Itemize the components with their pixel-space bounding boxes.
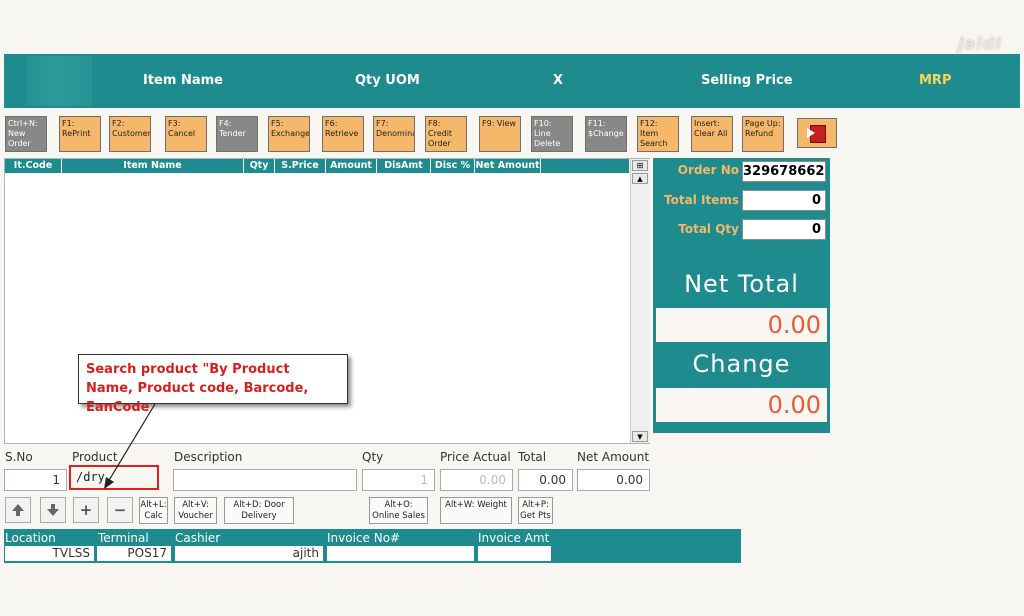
net-amount-field: 0.00 <box>577 469 650 491</box>
location-value: TVLSS <box>5 546 94 561</box>
description-field[interactable] <box>173 469 357 491</box>
exit-arrow-icon <box>807 128 815 138</box>
new-order-button[interactable]: Ctrl+N: New Order <box>5 116 47 152</box>
total-field: 0.00 <box>518 469 573 491</box>
col-amount[interactable]: Amount <box>326 159 377 173</box>
online-sales-button[interactable]: Alt+O: Online Sales <box>369 497 428 524</box>
arrow-down-icon <box>47 504 59 516</box>
view-button[interactable]: F9: View <box>479 116 521 152</box>
cashier-label: Cashier <box>175 531 221 545</box>
grid-vertical-scrollbar[interactable]: ⊞ ▲ ▼ <box>630 159 650 443</box>
net-amount-label: Net Amount <box>577 450 650 464</box>
change-currency-button[interactable]: F11: $Change <box>585 116 627 152</box>
line-delete-button[interactable]: F10: Line Delete <box>531 116 573 152</box>
item-search-button[interactable]: F12: Item Search <box>637 116 679 152</box>
invoice-no-label: Invoice No# <box>327 531 401 545</box>
total-items-value: 0 <box>742 190 826 211</box>
arrow-up-icon <box>12 504 24 516</box>
col-dis-amt[interactable]: DisAmt <box>377 159 431 173</box>
plus-icon: + <box>79 501 93 519</box>
col-it-code[interactable]: It.Code <box>5 159 62 173</box>
calc-button[interactable]: Alt+L: Calc <box>139 497 168 524</box>
total-items-label: Total Items <box>664 193 739 207</box>
search-hint-callout: Search product "By Product Name, Product… <box>78 354 348 415</box>
product-thumbnail <box>26 56 92 106</box>
terminal-label: Terminal <box>98 531 149 545</box>
cashier-value: ajith <box>175 546 323 561</box>
col-s-price[interactable]: S.Price <box>275 159 326 173</box>
description-label: Description <box>174 450 243 464</box>
sno-field: 1 <box>4 469 67 491</box>
header-selling-price: Selling Price <box>701 73 793 88</box>
move-up-button[interactable] <box>5 497 31 523</box>
grid-header-row: It.Code Item Name Qty S.Price Amount Dis… <box>5 159 541 173</box>
qty-field[interactable]: 1 <box>362 469 435 491</box>
col-disc-pct[interactable]: Disc % <box>431 159 475 173</box>
header-x: X <box>553 73 564 88</box>
col-net-amount[interactable]: Net Amount <box>475 159 541 173</box>
col-qty[interactable]: Qty <box>244 159 275 173</box>
door-delivery-button[interactable]: Alt+D: Door Delivery <box>224 497 294 524</box>
invoice-no-value <box>327 546 474 561</box>
terminal-value: POS17 <box>97 546 171 561</box>
clear-all-button[interactable]: Insert: Clear All <box>691 116 733 152</box>
cancel-button[interactable]: F3: Cancel <box>165 116 207 152</box>
weight-button[interactable]: Alt+W: Weight <box>440 497 512 524</box>
total-label: Total <box>518 450 547 464</box>
location-label: Location <box>5 531 56 545</box>
customer-button[interactable]: F2: Customer <box>109 116 151 152</box>
price-actual-label: Price Actual <box>440 450 511 464</box>
change-label: Change <box>692 350 791 378</box>
scroll-down-icon[interactable]: ▼ <box>632 431 648 442</box>
decrement-qty-button[interactable]: − <box>107 497 133 523</box>
net-total-label: Net Total <box>684 270 799 298</box>
col-item-name[interactable]: Item Name <box>62 159 244 173</box>
header-mrp: MRP <box>919 73 952 88</box>
sno-label: S.No <box>5 450 33 464</box>
order-no-label: Order No <box>677 163 739 177</box>
refund-button[interactable]: Page Up: Refund <box>742 116 784 152</box>
change-value: 0.00 <box>656 388 827 422</box>
increment-qty-button[interactable]: + <box>73 497 99 523</box>
minus-icon: − <box>113 501 127 519</box>
status-footer: Location Terminal Cashier Invoice No# In… <box>4 529 741 563</box>
net-total-value: 0.00 <box>656 308 827 342</box>
move-down-button[interactable] <box>40 497 66 523</box>
reprint-button[interactable]: F1: RePrint <box>59 116 101 152</box>
header-qty-uom: Qty UOM <box>355 73 420 88</box>
exchange-button[interactable]: F5: Exchange <box>268 116 310 152</box>
invoice-amt-label: Invoice Amt <box>478 531 550 545</box>
tender-button[interactable]: F4: Tender <box>216 116 258 152</box>
order-no-value: 329678662 <box>742 161 826 182</box>
order-summary-panel: Order No 329678662 Total Items 0 Total Q… <box>653 158 830 433</box>
total-qty-label: Total Qty <box>678 222 739 236</box>
retrieve-button[interactable]: F6: Retrieve <box>322 116 364 152</box>
product-label: Product <box>72 450 118 464</box>
invoice-amt-value <box>478 546 551 561</box>
grid-header-filler <box>541 159 629 173</box>
get-points-button[interactable]: Alt+P: Get Pts <box>518 497 553 524</box>
exit-button[interactable] <box>797 118 837 148</box>
column-chooser-icon[interactable]: ⊞ <box>632 160 648 171</box>
qty-label: Qty <box>362 450 384 464</box>
credit-order-button[interactable]: F8: Credit Order <box>425 116 467 152</box>
product-search-input[interactable]: /dry <box>69 465 159 490</box>
header-item-name: Item Name <box>143 73 223 88</box>
price-actual-field[interactable]: 0.00 <box>440 469 513 491</box>
scroll-up-icon[interactable]: ▲ <box>632 173 648 184</box>
voucher-button[interactable]: Alt+V: Voucher <box>174 497 217 524</box>
jaldi-logo: jaldi <box>958 34 1002 53</box>
denomination-button[interactable]: F7: Denomina <box>373 116 415 152</box>
total-qty-value: 0 <box>742 219 826 240</box>
item-header-bar: Item Name Qty UOM X Selling Price MRP <box>4 54 1020 108</box>
